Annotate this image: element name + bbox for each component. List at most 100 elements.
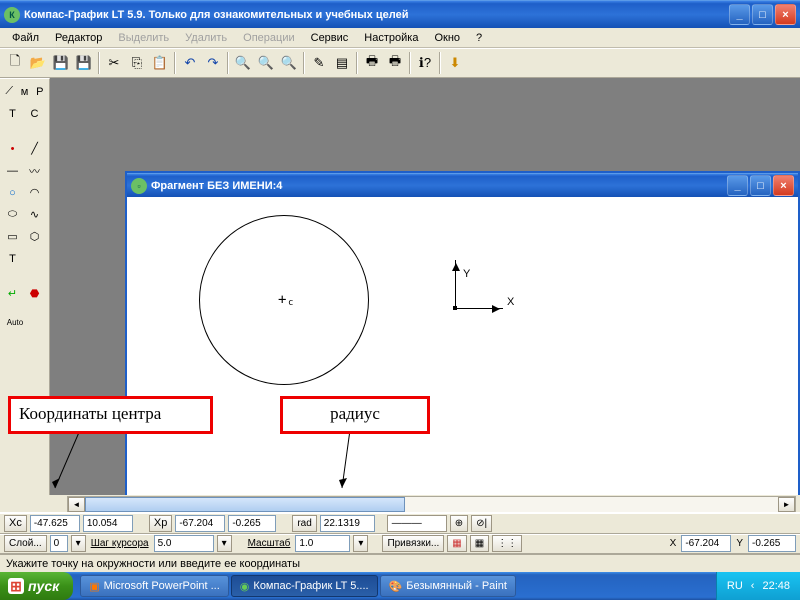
task-paint[interactable]: 🎨Безымянный - Paint (380, 575, 516, 597)
system-tray[interactable]: RU ‹ 22:48 (716, 572, 800, 600)
grid2-icon[interactable]: ▦ (470, 535, 489, 552)
zoomout-icon[interactable]: 🔍 (278, 52, 300, 74)
menu-setup[interactable]: Настройка (356, 30, 426, 46)
diam-toggle[interactable]: ⊘| (471, 515, 492, 532)
tool-enter[interactable]: ↵ (2, 283, 23, 304)
save-icon[interactable]: 💾 (50, 52, 72, 74)
step-input[interactable] (154, 535, 214, 552)
x-label: X (668, 538, 679, 549)
task-kompas[interactable]: ◉Компас-График LT 5.... (231, 575, 378, 597)
saveall-icon[interactable]: 💾 (73, 52, 95, 74)
paste-icon[interactable]: 📋 (149, 52, 171, 74)
clock: 22:48 (762, 580, 790, 592)
tool-a[interactable]: ⟋ (2, 81, 16, 102)
tool-c[interactable]: С (24, 103, 45, 124)
tool-line[interactable]: ╱ (24, 138, 45, 159)
grid3-icon[interactable]: ⋮⋮ (492, 535, 522, 552)
tool-arc[interactable]: ◠ (24, 182, 45, 203)
step-dd[interactable]: ▾ (217, 535, 232, 552)
tool-circle[interactable]: ○ (2, 182, 23, 203)
minimize-button[interactable]: _ (729, 4, 750, 25)
tool-rect[interactable]: ▭ (2, 226, 23, 247)
tool-curve[interactable]: 〰 (24, 160, 45, 181)
start-button[interactable]: пуск (0, 572, 73, 600)
print-icon[interactable]: 🖶 (361, 52, 383, 74)
tool-point[interactable]: • (2, 138, 23, 159)
menu-window[interactable]: Окно (426, 30, 468, 46)
layers-icon[interactable]: ▤ (331, 52, 353, 74)
x-readout (681, 535, 731, 552)
tray-icon[interactable]: ‹ (751, 580, 755, 592)
task-powerpoint[interactable]: ▣Microsoft PowerPoint ... (80, 575, 229, 597)
preview-icon[interactable]: 🖶 (384, 52, 406, 74)
center-marker (275, 292, 295, 312)
tool-stop[interactable]: ⬣ (24, 283, 45, 304)
copy-icon[interactable]: ⎘ (126, 52, 148, 74)
app-title: Компас-График LT 5.9. Только для ознаком… (24, 9, 729, 21)
redo-icon[interactable]: ↷ (202, 52, 224, 74)
layer-input[interactable] (50, 535, 68, 552)
tool-m[interactable]: м (17, 81, 31, 102)
yp-input[interactable] (228, 515, 276, 532)
tool-ellipse[interactable]: ⬭ (2, 204, 23, 225)
annotation-radius: радиус (280, 396, 430, 434)
app-icon: К (4, 7, 20, 23)
annotation-center: Координаты центра (8, 396, 213, 434)
xc-input[interactable] (30, 515, 80, 532)
scale-dd[interactable]: ▾ (353, 535, 368, 552)
menu-help[interactable]: ? (468, 30, 490, 46)
coordinate-axes: Y X (455, 260, 456, 308)
document-window: ▫ Фрагмент БЕЗ ИМЕНИ:4 _ □ × Y X (125, 171, 800, 495)
doc-close[interactable]: × (773, 175, 794, 196)
tool-poly[interactable]: ⬡ (24, 226, 45, 247)
tool-text[interactable]: Т (2, 248, 23, 269)
xp-input[interactable] (175, 515, 225, 532)
doc-minimize[interactable]: _ (727, 175, 748, 196)
tool-p[interactable]: Р (33, 81, 47, 102)
lang-indicator[interactable]: RU (727, 580, 743, 592)
main-toolbar: 🗋 📂 💾 💾 ✂ ⎘ 📋 ↶ ↷ 🔍 🔍 🔍 ✎ ▤ 🖶 🖶 ℹ? ⬇ (0, 48, 800, 78)
tool-t[interactable]: Т (2, 103, 23, 124)
grid1-icon[interactable]: ▦ (447, 535, 466, 552)
parameter-bar: Xc Xp rad ——— ⊕ ⊘| Слой... ▾ Шаг курсора… (0, 512, 800, 554)
step-label: Шаг курсора (89, 538, 151, 549)
doc-maximize[interactable]: □ (750, 175, 771, 196)
style-dropdown[interactable]: ——— (387, 515, 447, 532)
xc-button[interactable]: Xc (4, 515, 27, 532)
snap-button[interactable]: Привязки... (382, 535, 444, 552)
rad-button[interactable]: rad (292, 515, 316, 532)
new-icon[interactable]: 🗋 (4, 52, 26, 74)
doc-title: Фрагмент БЕЗ ИМЕНИ:4 (151, 180, 727, 192)
layer-button[interactable]: Слой... (4, 535, 47, 552)
y-label: Y (734, 538, 745, 549)
menu-file[interactable]: Файл (4, 30, 47, 46)
drawing-canvas[interactable]: Y X (127, 197, 798, 495)
zoomin-icon[interactable]: 🔍 (232, 52, 254, 74)
open-icon[interactable]: 📂 (27, 52, 49, 74)
zoomarea-icon[interactable]: 🔍 (255, 52, 277, 74)
menu-select: Выделить (110, 30, 177, 46)
menu-delete: Удалить (177, 30, 235, 46)
menu-edit[interactable]: Редактор (47, 30, 110, 46)
rad-input[interactable] (320, 515, 375, 532)
axes-toggle[interactable]: ⊕ (450, 515, 468, 532)
cut-icon[interactable]: ✂ (103, 52, 125, 74)
scroll-right-icon[interactable]: ► (778, 497, 795, 512)
scale-input[interactable] (295, 535, 350, 552)
edit-icon[interactable]: ✎ (308, 52, 330, 74)
undo-icon[interactable]: ↶ (179, 52, 201, 74)
help-icon[interactable]: ℹ? (414, 52, 436, 74)
close-button[interactable]: × (775, 4, 796, 25)
tool-spline[interactable]: ∿ (24, 204, 45, 225)
y-readout (748, 535, 796, 552)
menu-service[interactable]: Сервис (303, 30, 357, 46)
xp-button[interactable]: Xp (149, 515, 172, 532)
layer-dd[interactable]: ▾ (71, 535, 86, 552)
h-scrollbar[interactable]: ◄ ► (67, 496, 796, 513)
tool-auto[interactable]: Auto (2, 312, 28, 333)
maximize-button[interactable]: □ (752, 4, 773, 25)
attach-icon[interactable]: ⬇ (444, 52, 466, 74)
status-bar: Укажите точку на окружности или введите … (0, 554, 800, 572)
yc-input[interactable] (83, 515, 133, 532)
tool-hline[interactable]: — (2, 160, 23, 181)
